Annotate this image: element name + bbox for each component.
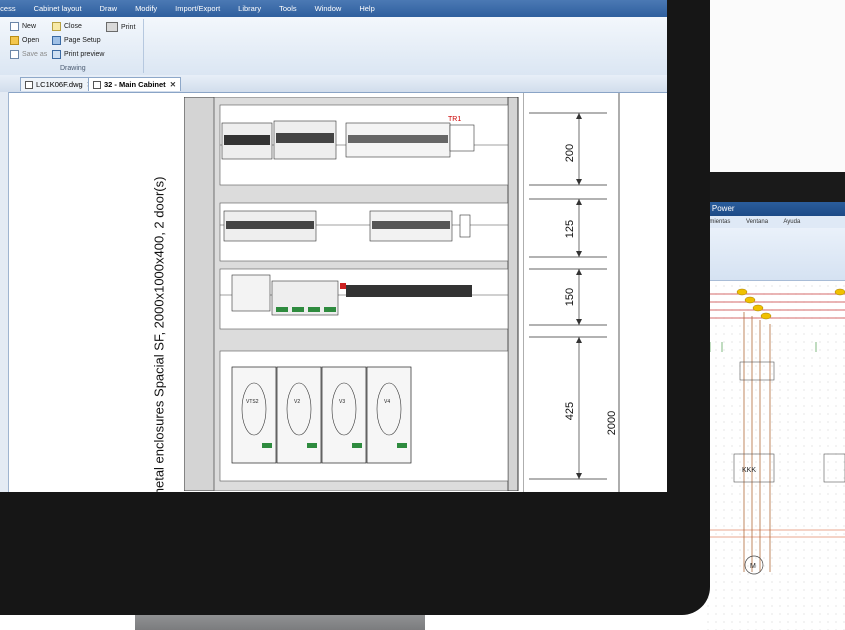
dimension-200: 200 xyxy=(564,144,576,162)
folder-open-icon xyxy=(10,36,19,45)
page-setup-icon xyxy=(52,36,61,45)
drive-label: V2 xyxy=(294,399,300,405)
background-app-ribbon xyxy=(704,228,845,281)
close-button[interactable]: Close xyxy=(52,22,82,31)
ribbon-group-drawing: New Close Print Open Page Setup Save as xyxy=(8,19,144,73)
drive-label: VTS2 xyxy=(246,399,259,405)
background-monitor-screen: - Power ramientas Ventana Ayuda KKK M xyxy=(704,202,845,630)
print-preview-button-label: Print preview xyxy=(64,51,105,58)
close-button-label: Close xyxy=(64,23,82,30)
menu-window[interactable]: Window xyxy=(315,4,342,13)
menu-library[interactable]: Library xyxy=(238,4,261,13)
new-button[interactable]: New xyxy=(10,22,36,31)
page-setup-button-label: Page Setup xyxy=(64,37,101,44)
power-schematic: KKK M xyxy=(704,288,845,575)
dimension-annotations: 200 125 150 425 2000 xyxy=(523,93,620,492)
svg-text:KKK: KKK xyxy=(742,467,756,474)
open-button[interactable]: Open xyxy=(10,36,39,45)
print-preview-button[interactable]: Print preview xyxy=(52,50,104,59)
dimension-125: 125 xyxy=(564,220,576,238)
dwg-file-icon xyxy=(25,80,33,89)
background-menu-window[interactable]: Ventana xyxy=(746,219,768,225)
save-as-button[interactable]: Save as xyxy=(10,50,47,59)
close-icon[interactable]: ✕ xyxy=(170,80,176,89)
tr1-label: TR1 xyxy=(448,116,461,123)
printer-icon xyxy=(106,22,118,32)
drive-label: V4 xyxy=(384,399,390,405)
new-file-icon xyxy=(10,22,19,31)
cabinet-drawing-canvas[interactable]: Suitable metal enclosures Spacial SF, 20… xyxy=(9,93,667,492)
enclosure-title: Suitable metal enclosures Spacial SF, 20… xyxy=(151,176,167,492)
background-monitor-bezel xyxy=(690,172,845,202)
dimension-425: 425 xyxy=(564,402,576,420)
cabinet-layout: TR1 VTS2 V2 V3 V4 xyxy=(184,97,519,491)
menu-draw[interactable]: Draw xyxy=(100,4,118,13)
background-wall xyxy=(690,0,845,178)
background-schematic-canvas: KKK M xyxy=(704,282,845,630)
open-button-label: Open xyxy=(22,37,40,44)
background-menu-help[interactable]: Ayuda xyxy=(783,219,800,225)
print-preview-icon xyxy=(52,50,61,59)
background-app-menubar: ramientas Ventana Ayuda xyxy=(704,216,845,228)
dimension-total-2000: 2000 xyxy=(606,411,618,435)
menu-import-export[interactable]: Import/Export xyxy=(175,4,220,13)
left-panel-edge[interactable] xyxy=(0,92,9,492)
main-screen: ocess Cabinet layout Draw Modify Import/… xyxy=(0,0,667,492)
menu-help[interactable]: Help xyxy=(359,4,374,13)
close-file-icon xyxy=(52,22,61,31)
drive-label: V3 xyxy=(339,399,345,405)
tab-main-cabinet[interactable]: 32 - Main Cabinet ✕ xyxy=(88,77,181,91)
ribbon-group-label: Drawing xyxy=(60,65,86,72)
menu-tools[interactable]: Tools xyxy=(279,4,297,13)
cabinet-icon xyxy=(93,80,101,89)
tab-label: 32 - Main Cabinet xyxy=(104,80,166,89)
document-tabs: LC1K06F.dwg ✕ 32 - Main Cabinet ✕ xyxy=(0,75,667,93)
tab-lc1k06f[interactable]: LC1K06F.dwg ✕ xyxy=(20,77,98,91)
breakers-row-1 xyxy=(221,120,475,160)
menu-process[interactable]: ocess xyxy=(0,4,16,13)
dimension-150: 150 xyxy=(564,288,576,306)
print-button-label: Print xyxy=(121,23,136,31)
new-button-label: New xyxy=(22,23,37,30)
save-icon xyxy=(10,50,19,59)
background-app-title: - Power xyxy=(704,202,845,216)
tab-label: LC1K06F.dwg xyxy=(36,80,83,89)
background-app-title-text: - Power xyxy=(707,204,735,213)
svg-text:M: M xyxy=(750,563,756,570)
menu-cabinet-layout[interactable]: Cabinet layout xyxy=(34,4,82,13)
background-monitor: - Power ramientas Ventana Ayuda KKK M xyxy=(690,0,845,630)
ribbon: New Close Print Open Page Setup Save as xyxy=(0,17,667,76)
menu-modify[interactable]: Modify xyxy=(135,4,157,13)
page-setup-button[interactable]: Page Setup xyxy=(52,36,101,45)
save-as-button-label: Save as xyxy=(22,51,48,58)
menu-bar: ocess Cabinet layout Draw Modify Import/… xyxy=(0,0,667,17)
print-button[interactable]: Print xyxy=(106,22,135,32)
